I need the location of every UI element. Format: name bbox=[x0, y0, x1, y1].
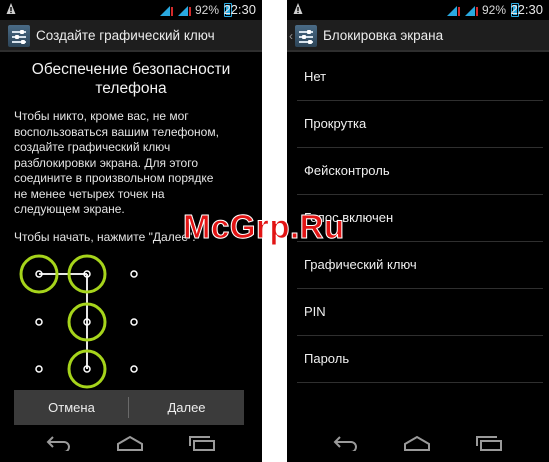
home-icon[interactable] bbox=[403, 435, 431, 451]
action-bar[interactable]: ‹ Блокировка экрана bbox=[287, 20, 549, 52]
back-icon[interactable] bbox=[331, 435, 359, 451]
divider bbox=[297, 382, 543, 383]
pattern-dot-7[interactable] bbox=[35, 365, 43, 373]
screen-title: Блокировка экрана bbox=[323, 28, 444, 43]
option-label: Нет bbox=[304, 69, 327, 84]
settings-app-icon[interactable] bbox=[8, 25, 30, 47]
signal-strength-icon-2 bbox=[178, 6, 191, 16]
pattern-path bbox=[39, 273, 88, 369]
button-bar: Отмена Далее bbox=[14, 390, 244, 425]
clock: 22:30 bbox=[510, 2, 543, 17]
pattern-dot-9[interactable] bbox=[130, 365, 138, 373]
signal-strength-icon-2 bbox=[465, 6, 478, 16]
status-bar: 92% 22:30 bbox=[287, 0, 549, 20]
pattern-dot-4[interactable] bbox=[35, 318, 43, 326]
option-label: Фейсконтроль bbox=[304, 163, 390, 178]
option-pattern[interactable]: Графический ключ bbox=[287, 242, 549, 289]
option-none[interactable]: Нет bbox=[287, 54, 549, 101]
option-label: Пароль bbox=[304, 351, 350, 366]
up-navigation-icon[interactable]: ‹ bbox=[289, 29, 293, 43]
back-icon[interactable] bbox=[44, 435, 72, 451]
navigation-bar bbox=[287, 426, 549, 462]
battery-percent: 92% bbox=[482, 3, 507, 17]
option-pin[interactable]: PIN bbox=[287, 289, 549, 336]
option-label: Графический ключ bbox=[304, 257, 417, 272]
home-icon[interactable] bbox=[116, 435, 144, 451]
signal-strength-icon bbox=[160, 6, 173, 16]
watermark: McGrp.Ru bbox=[183, 208, 345, 246]
action-bar: Создайте графический ключ bbox=[0, 20, 262, 52]
next-button[interactable]: Далее bbox=[129, 390, 244, 425]
status-bar: 92% 22:30 bbox=[0, 0, 262, 20]
cancel-button[interactable]: Отмена bbox=[14, 390, 129, 425]
recent-apps-icon[interactable] bbox=[188, 435, 216, 451]
option-label: Прокрутка bbox=[304, 116, 367, 131]
option-password[interactable]: Пароль bbox=[287, 336, 549, 383]
option-slide[interactable]: Прокрутка bbox=[287, 101, 549, 148]
pattern-dot-6[interactable] bbox=[130, 318, 138, 326]
option-label: PIN bbox=[304, 304, 326, 319]
battery-percent: 92% bbox=[195, 3, 220, 17]
warning-icon bbox=[6, 3, 16, 14]
clock: 22:30 bbox=[223, 2, 256, 17]
warning-icon bbox=[293, 3, 303, 14]
navigation-bar bbox=[0, 426, 262, 462]
settings-app-icon[interactable] bbox=[295, 25, 317, 47]
signal-strength-icon bbox=[447, 6, 460, 16]
screen-title: Создайте графический ключ bbox=[36, 28, 215, 43]
pattern-dot-3[interactable] bbox=[130, 270, 138, 278]
option-face-unlock[interactable]: Фейсконтроль bbox=[287, 148, 549, 195]
recent-apps-icon[interactable] bbox=[475, 435, 503, 451]
